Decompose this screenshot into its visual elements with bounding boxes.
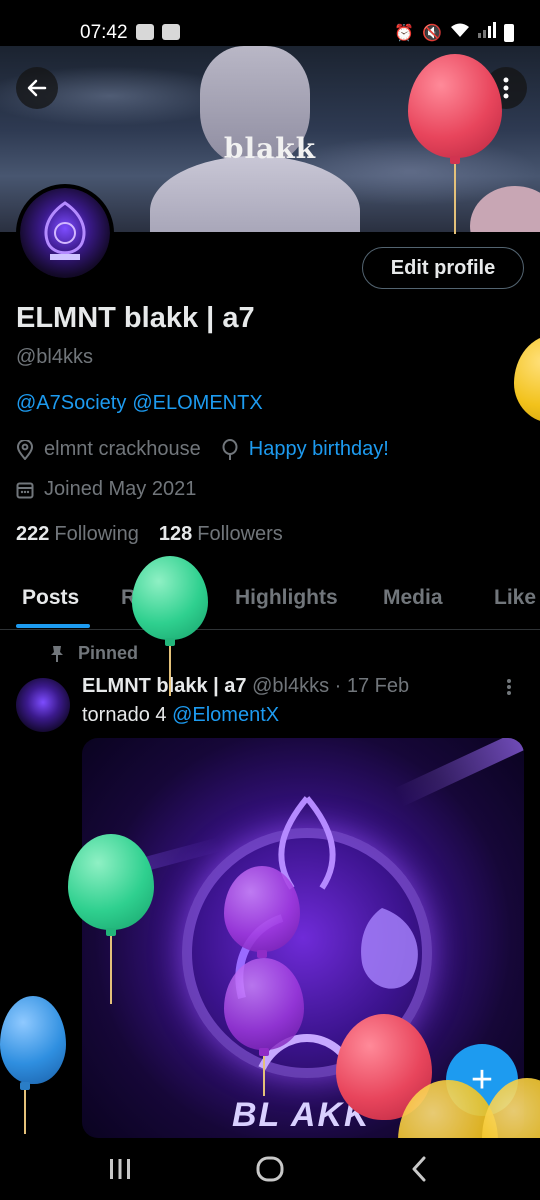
balloon-blue-left xyxy=(0,996,66,1138)
profile-meta-row: elmnt crackhouse Happy birthday! xyxy=(16,438,389,461)
active-tab-indicator xyxy=(16,624,90,628)
pinned-label: Pinned xyxy=(78,643,139,663)
tab-likes[interactable]: Like xyxy=(494,586,536,610)
post-handle-date: @bl4kks · 17 Feb xyxy=(252,675,410,697)
pin-icon xyxy=(51,645,63,662)
birthday-link[interactable]: Happy birthday! xyxy=(249,438,389,461)
profile-avatar[interactable] xyxy=(16,184,114,282)
post-author-avatar[interactable] xyxy=(16,678,70,732)
tab-media[interactable]: Media xyxy=(383,586,443,610)
balloon-purple-lower xyxy=(224,958,304,1138)
home-icon xyxy=(256,1156,284,1182)
balloon-icon xyxy=(222,438,238,460)
recent-apps-button[interactable] xyxy=(108,1158,132,1185)
balloon-red-top xyxy=(408,54,502,234)
arrow-left-icon xyxy=(27,79,47,97)
profile-location: elmnt crackhouse xyxy=(44,438,201,460)
following-link[interactable]: 222 Following xyxy=(16,523,139,546)
status-bar: 07:42 ⏰ 🔇 xyxy=(0,0,540,46)
tab-posts[interactable]: Posts xyxy=(22,586,79,610)
pinned-indicator: Pinned xyxy=(50,643,138,664)
follow-stats: 222 Following 128 Followers xyxy=(16,523,283,546)
status-time: 07:42 xyxy=(80,22,128,43)
recent-apps-icon xyxy=(110,1159,130,1179)
back-button[interactable] xyxy=(16,67,58,109)
post-mention-link[interactable]: @ElomentX xyxy=(172,704,279,726)
profile-name: ELMNT blakk | a7 xyxy=(16,302,255,334)
tab-highlights[interactable]: Highlights xyxy=(235,586,338,610)
balloon-green-left xyxy=(68,834,154,1004)
bio-mention-link[interactable]: @ELOMENTX xyxy=(132,392,262,415)
status-system-icons: ⏰ 🔇 xyxy=(394,22,514,43)
checkbox-notification-icon xyxy=(162,24,180,40)
followers-link[interactable]: 128 Followers xyxy=(159,523,283,546)
battery-icon xyxy=(504,23,514,42)
bio-mention-link[interactable]: @A7Society xyxy=(16,392,126,415)
mute-icon: 🔇 xyxy=(422,24,442,42)
location-pin-icon xyxy=(16,439,34,460)
balloon-yellow-corner xyxy=(482,1078,540,1188)
edit-profile-button[interactable]: Edit profile xyxy=(362,247,524,289)
post-text: tornado 4 @ElomentX xyxy=(82,704,279,727)
profile-bio: @A7Society @ELOMENTX xyxy=(16,392,263,415)
profile-tabs: Posts Replies Highlights Media Like xyxy=(0,570,540,630)
back-nav-button[interactable] xyxy=(410,1156,428,1187)
more-vertical-icon xyxy=(503,77,509,99)
signal-icon xyxy=(478,22,496,43)
profile-joined-date: Joined May 2021 xyxy=(44,478,197,500)
post-body-text: tornado 4 xyxy=(82,704,167,726)
profile-handle: @bl4kks xyxy=(16,346,93,368)
system-nav-bar xyxy=(0,1138,540,1200)
wifi-icon xyxy=(450,22,470,43)
status-notification-icons xyxy=(136,24,180,40)
home-button[interactable] xyxy=(256,1156,284,1187)
calendar-icon xyxy=(16,482,34,498)
more-vertical-icon xyxy=(507,679,511,695)
balloon-green-tabs xyxy=(132,556,208,696)
notification-icon xyxy=(136,24,154,40)
alarm-icon: ⏰ xyxy=(394,24,415,42)
profile-joined-row: Joined May 2021 xyxy=(16,478,196,501)
chevron-left-icon xyxy=(412,1156,426,1182)
post-more-button[interactable] xyxy=(506,678,512,702)
balloon-yellow-right xyxy=(514,335,540,425)
